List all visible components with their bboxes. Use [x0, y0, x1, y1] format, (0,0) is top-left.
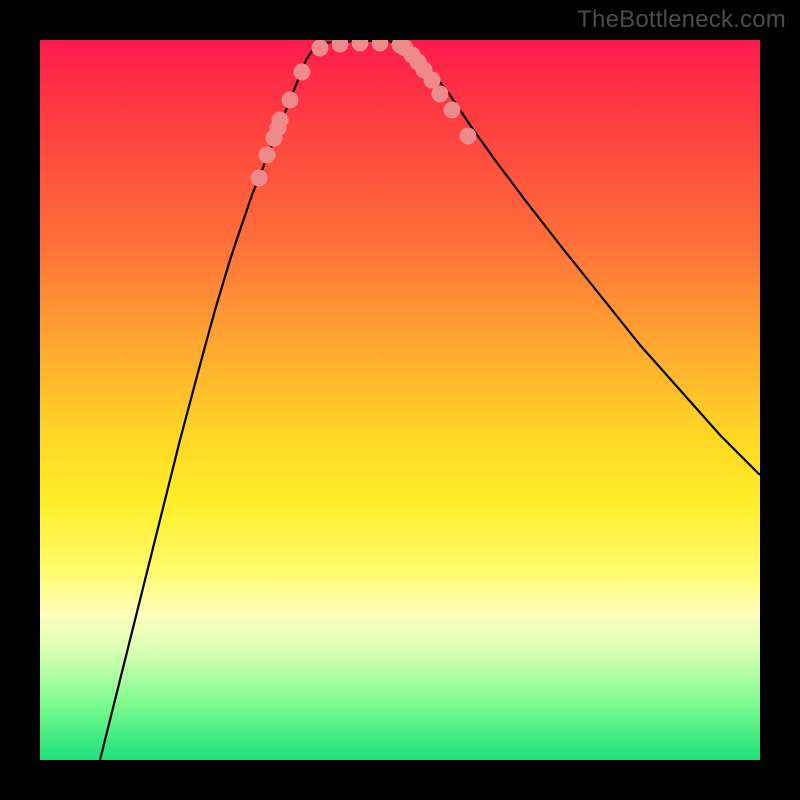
marker-dot	[332, 40, 349, 53]
curve-layer	[40, 40, 760, 760]
highlight-markers	[251, 40, 477, 187]
marker-dot	[352, 40, 369, 52]
marker-dot	[460, 128, 477, 145]
marker-dot	[294, 64, 311, 81]
chart-frame: TheBottleneck.com	[0, 0, 800, 800]
bottleneck-curve	[100, 41, 760, 760]
marker-dot	[259, 147, 276, 164]
watermark-text: TheBottleneck.com	[577, 6, 786, 34]
marker-dot	[251, 170, 268, 187]
plot-area	[40, 40, 760, 760]
marker-dot	[432, 86, 449, 103]
marker-dot	[372, 40, 389, 52]
marker-dot	[282, 92, 299, 109]
marker-dot	[444, 102, 461, 119]
marker-dot	[312, 40, 329, 57]
marker-dot	[272, 112, 289, 129]
